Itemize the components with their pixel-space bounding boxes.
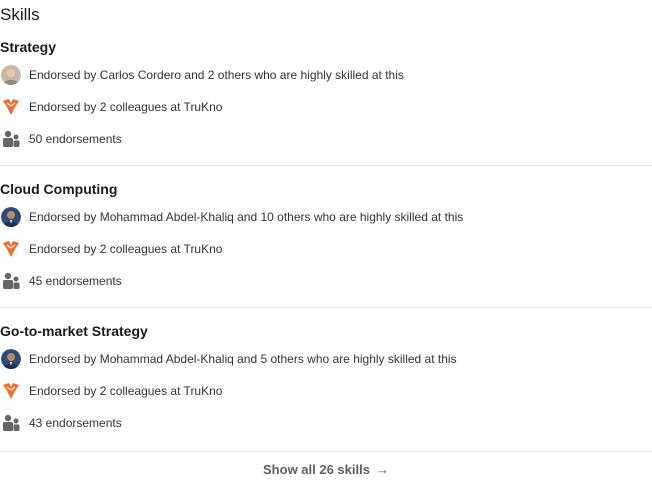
endorsement-count-row[interactable]: 50 endorsements [0, 128, 122, 150]
endorsement-people-row[interactable]: Endorsed by Mohammad Abdel-Khaliq and 5 … [0, 348, 457, 370]
skill-name[interactable]: Strategy [0, 39, 652, 55]
endorsement-count-row[interactable]: 45 endorsements [0, 270, 122, 292]
endorsement-colleagues-row[interactable]: Endorsed by 2 colleagues at TruKno [0, 96, 222, 118]
divider [0, 165, 652, 166]
show-all-label: Show all 26 skills [263, 461, 370, 477]
endorsement-count: 45 endorsements [29, 274, 122, 288]
endorsement-people-row[interactable]: Endorsed by Carlos Cordero and 2 others … [0, 64, 404, 86]
person-photo-icon [1, 207, 21, 227]
colleagues-text: Endorsed by 2 colleagues at TruKno [29, 384, 223, 398]
people-icon [0, 412, 22, 434]
arrow-right-icon: → [375, 461, 389, 477]
endorsement-count: 43 endorsements [29, 416, 122, 430]
endorsed-by-text: Endorsed by Carlos Cordero and 2 others … [29, 68, 404, 82]
divider [0, 451, 652, 452]
trukno-logo-icon [0, 380, 22, 402]
skill-item: Go-to-market Strategy [0, 323, 652, 339]
skill-item: Strategy [0, 39, 652, 55]
avatar [0, 64, 22, 86]
endorsement-colleagues-row[interactable]: Endorsed by 2 colleagues at TruKno [0, 238, 222, 260]
colleagues-text: Endorsed by 2 colleagues at TruKno [29, 242, 223, 256]
people-icon [0, 128, 22, 150]
skill-item: Cloud Computing [0, 181, 652, 197]
trukno-logo-icon [0, 96, 22, 118]
person-photo-icon [1, 349, 21, 369]
show-all-skills-button[interactable]: Show all 26 skills → [0, 458, 652, 480]
person-photo-icon [1, 65, 21, 85]
endorsement-colleagues-row[interactable]: Endorsed by 2 colleagues at TruKno [0, 380, 222, 402]
skill-name[interactable]: Go-to-market Strategy [0, 323, 652, 339]
people-icon [0, 270, 22, 292]
divider [0, 307, 652, 308]
avatar [0, 206, 22, 228]
endorsement-people-row[interactable]: Endorsed by Mohammad Abdel-Khaliq and 10… [0, 206, 463, 228]
endorsement-count-row[interactable]: 43 endorsements [0, 412, 122, 434]
endorsed-by-text: Endorsed by Mohammad Abdel-Khaliq and 5 … [29, 352, 457, 366]
skill-name[interactable]: Cloud Computing [0, 181, 652, 197]
endorsed-by-text: Endorsed by Mohammad Abdel-Khaliq and 10… [29, 210, 464, 224]
endorsement-count: 50 endorsements [29, 132, 122, 146]
colleagues-text: Endorsed by 2 colleagues at TruKno [29, 100, 223, 114]
trukno-logo-icon [0, 238, 22, 260]
avatar [0, 348, 22, 370]
section-title: Skills [0, 5, 40, 24]
